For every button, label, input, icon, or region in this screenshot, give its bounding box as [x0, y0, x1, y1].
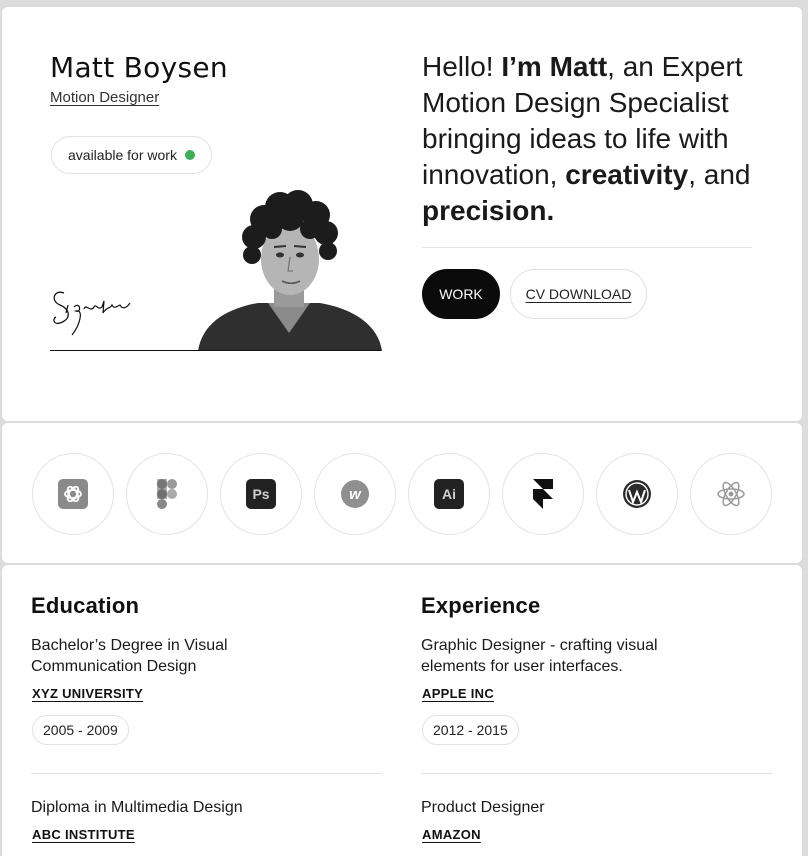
availability-label: available for work: [68, 147, 177, 163]
education-org-link[interactable]: ABC INSTITUTE: [32, 827, 135, 842]
react-icon: [717, 481, 745, 507]
status-dot-icon: [184, 150, 195, 160]
webflow-icon: w: [341, 480, 369, 508]
svg-text:Ps: Ps: [252, 486, 269, 502]
tool-framer[interactable]: [502, 453, 584, 535]
experience-title: Experience: [421, 593, 541, 618]
figma-icon: [157, 479, 177, 509]
experience-divider: [421, 773, 772, 774]
experience-role: Graphic Designer - crafting visual eleme…: [421, 637, 658, 675]
tool-figma[interactable]: [126, 453, 208, 535]
education-divider: [31, 773, 382, 774]
hero-card: Matt Boysen Motion Designer available fo…: [2, 7, 802, 421]
education-years-badge: 2005 - 2009: [32, 715, 129, 745]
photoshop-icon: Ps: [246, 479, 276, 509]
illustrator-icon: Ai: [434, 479, 464, 509]
experience-org-link[interactable]: AMAZON: [422, 827, 481, 842]
portrait-image: [198, 190, 382, 351]
tool-illustrator[interactable]: Ai: [408, 453, 490, 535]
availability-badge: available for work: [51, 136, 212, 174]
tool-webflow[interactable]: w: [314, 453, 396, 535]
tool-wordpress[interactable]: [596, 453, 678, 535]
svg-text:Ai: Ai: [442, 486, 456, 502]
education-title: Education: [31, 593, 140, 618]
experience-years-badge: 2012 - 2015: [422, 715, 519, 745]
svg-text:w: w: [349, 486, 362, 503]
cv-download-button[interactable]: CV DOWNLOAD: [510, 269, 647, 319]
signature-image: [53, 291, 131, 336]
tools-card: Ps w Ai: [2, 423, 802, 563]
signature-baseline: [50, 350, 381, 351]
tool-photoshop[interactable]: Ps: [220, 453, 302, 535]
experience-org-link[interactable]: APPLE INC: [422, 686, 494, 701]
profile-role-link[interactable]: Motion Designer: [50, 89, 159, 106]
education-org-link[interactable]: XYZ UNIVERSITY: [32, 686, 143, 701]
work-button[interactable]: WORK: [422, 269, 500, 319]
education-degree: Bachelor’s Degree in Visual Communicatio…: [31, 637, 228, 675]
experience-role: Product Designer: [421, 799, 545, 816]
tool-react[interactable]: [690, 453, 772, 535]
framer-icon: [533, 479, 553, 509]
headline-divider: [422, 247, 752, 248]
chatgpt-icon: [58, 479, 88, 509]
headline: Hello! I’m Matt, an Expert Motion Design…: [422, 51, 751, 226]
resume-card: Education Bachelor’s Degree in Visual Co…: [2, 565, 802, 856]
wordpress-icon: [623, 480, 651, 508]
profile-name: Matt Boysen: [50, 51, 228, 84]
education-degree: Diploma in Multimedia Design: [31, 799, 243, 816]
tool-chatgpt[interactable]: [32, 453, 114, 535]
